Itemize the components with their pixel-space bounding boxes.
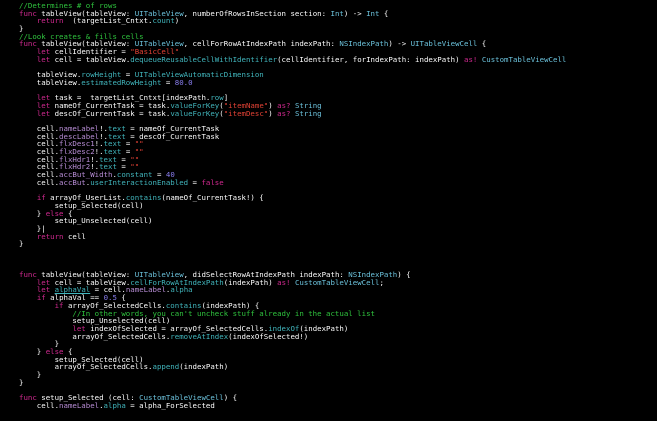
code-token: , cellForRowAtIndexPath indexPath: [183, 39, 340, 49]
code-token: Int [366, 8, 380, 18]
code-token: userInteractionEnabled [90, 177, 189, 187]
code-token: alpha [170, 285, 193, 295]
code-token: , numberOfRowsInSection section: [183, 8, 331, 18]
code-token: CustomTableViewCell [294, 277, 380, 287]
code-token: } [19, 377, 24, 387]
code-token: alpha [103, 400, 126, 410]
code-token: "itemDesc" [223, 108, 269, 118]
code-line: } [0, 340, 657, 348]
code-line: cell.accBut.userInteractionEnabled = fal… [0, 177, 657, 187]
code-line: setup_Unselected(cell) [0, 217, 657, 225]
code-token: String [294, 108, 322, 118]
code-line: } [0, 377, 657, 387]
code-token: cell = tableView. [50, 54, 131, 64]
code-token: (nameOf_CurrentTask!) { [161, 193, 264, 203]
code-token: = alpha_ForSelected [125, 400, 215, 410]
code-token: (cellIdentifier, forIndexPath: indexPath… [277, 54, 464, 64]
code-token: } [19, 239, 24, 249]
code-token: descOf_CurrentTask = task. [50, 108, 171, 118]
code-token: { [477, 39, 487, 49]
code-token: false [201, 177, 224, 187]
code-token: return [36, 231, 64, 241]
code-line: }| [0, 225, 657, 233]
code-token: ; [379, 277, 384, 287]
code-token: cell [63, 231, 86, 241]
code-token: Int [330, 8, 344, 18]
code-token: removeAtIndex [170, 331, 229, 341]
code-token: nameLabel [125, 285, 166, 295]
code-editor[interactable]: //Determines # of rows func tableView(tab… [0, 0, 657, 421]
code-token: NSIndexPath [339, 39, 389, 49]
code-token: ) [174, 16, 180, 26]
code-token: let [36, 54, 51, 64]
code-token: ) -> [388, 39, 411, 49]
code-token: count [152, 16, 175, 26]
code-line: return cell [0, 231, 657, 241]
code-token: valueForKey [170, 108, 220, 118]
code-token: 80.0 [174, 77, 193, 87]
code-token: accBut [59, 177, 86, 187]
code-line: cell.nameLabel.alpha = alpha_ForSelected [0, 400, 657, 410]
code-token: { [379, 8, 389, 18]
code-token: ) { [223, 393, 238, 403]
code-token: (indexPath) [179, 362, 229, 372]
code-token: = [188, 177, 202, 187]
code-token: tableView. [19, 77, 82, 87]
code-token: (indexPath) [223, 277, 278, 287]
code-token: nameLabel [59, 400, 100, 410]
code-token: as! [277, 277, 291, 287]
code-line: return (targetList_Cntxt.count) [0, 17, 657, 25]
code-line: let cell = tableView.dequeueReusableCell… [0, 54, 657, 64]
code-token: (targetList_Cntxt. [63, 16, 153, 26]
code-token: ) [268, 108, 278, 118]
code-token: UITableViewCell [410, 39, 478, 49]
code-token: = [161, 77, 175, 87]
code-token: dequeueReusableCellWithIdentifier [130, 54, 278, 64]
code-token: CustomTableViewCell [481, 54, 567, 64]
code-token: append [152, 362, 180, 372]
code-line: } [0, 240, 657, 248]
code-line: tableView.estimatedRowHeight = 80.0 [0, 79, 657, 87]
code-line: arrayOf_SelectedCells.removeAtIndex(inde… [0, 331, 657, 341]
code-line: arrayOf_SelectedCells.append(indexPath) [0, 363, 657, 371]
code-line: setup_Selected(cell) [0, 202, 657, 210]
code-token: cell. [19, 400, 60, 410]
code-token: (indexOfSelected!) [228, 331, 309, 341]
code-token: ) { [397, 270, 411, 280]
code-token: let [36, 108, 51, 118]
code-token: cell. [19, 177, 60, 187]
code-token: estimatedRowHeight [81, 77, 162, 87]
code-token: ) -> [343, 8, 367, 18]
code-token: as? [277, 108, 291, 118]
code-line: let descOf_CurrentTask = task.valueForKe… [0, 108, 657, 118]
code-token: as! [464, 54, 478, 64]
code-line: } [0, 371, 657, 379]
code-token: return [36, 16, 64, 26]
